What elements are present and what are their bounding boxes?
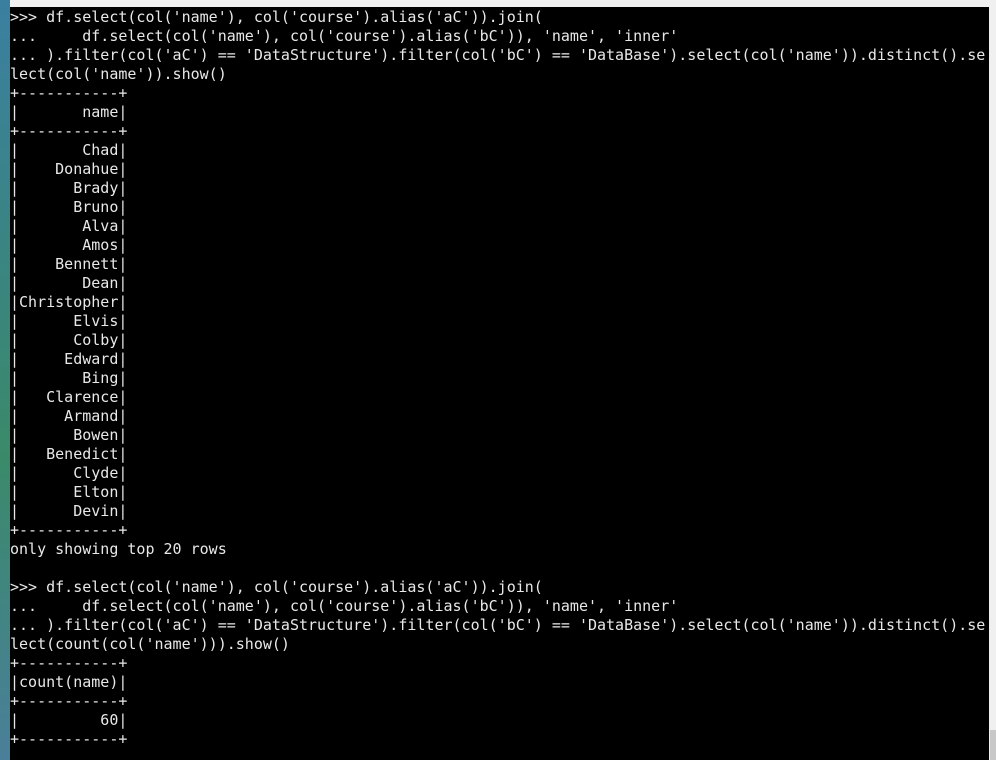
- terminal-line: ... df.select(col('name'), col('course')…: [10, 27, 679, 45]
- terminal-line: lect(count(col('name'))).show(): [10, 635, 290, 653]
- terminal-line: | Edward|: [10, 350, 128, 368]
- terminal-line: | Bruno|: [10, 198, 128, 216]
- terminal-line: | Chad|: [10, 141, 128, 159]
- terminal-line: | name|: [10, 103, 128, 121]
- window-top-border: [10, 0, 996, 7]
- vertical-scrollbar[interactable]: [989, 7, 996, 760]
- terminal-line: +-----------+: [10, 84, 128, 102]
- terminal-line: | Clarence|: [10, 388, 128, 406]
- desktop-background: [0, 0, 10, 760]
- terminal-line: +-----------+: [10, 654, 128, 672]
- terminal-line: | Elvis|: [10, 312, 128, 330]
- terminal-line: | Colby|: [10, 331, 128, 349]
- terminal-line: | Elton|: [10, 483, 128, 501]
- terminal-output: >>> df.select(col('name'), col('course')…: [10, 7, 989, 749]
- terminal-line: | Devin|: [10, 502, 128, 520]
- terminal-line: | Donahue|: [10, 160, 128, 178]
- terminal-line: |count(name)|: [10, 673, 128, 691]
- terminal-line: | Benedict|: [10, 445, 128, 463]
- terminal-line: | Clyde|: [10, 464, 128, 482]
- scrollbar-thumb[interactable]: [990, 730, 996, 760]
- terminal-window[interactable]: >>> df.select(col('name'), col('course')…: [10, 7, 989, 760]
- terminal-line: | Alva|: [10, 217, 128, 235]
- terminal-line: | Bing|: [10, 369, 128, 387]
- terminal-line: |Christopher|: [10, 293, 128, 311]
- terminal-line: +-----------+: [10, 521, 128, 539]
- terminal-line: | Armand|: [10, 407, 128, 425]
- terminal-line: | Dean|: [10, 274, 128, 292]
- terminal-line: | Bowen|: [10, 426, 128, 444]
- terminal-line: ... ).filter(col('aC') == 'DataStructure…: [10, 46, 986, 64]
- terminal-line: | Bennett|: [10, 255, 128, 273]
- terminal-line: +-----------+: [10, 692, 128, 710]
- terminal-line: ... df.select(col('name'), col('course')…: [10, 597, 679, 615]
- terminal-line: +-----------+: [10, 730, 128, 748]
- terminal-line: >>> df.select(col('name'), col('course')…: [10, 578, 543, 596]
- terminal-line: >>> df.select(col('name'), col('course')…: [10, 8, 543, 26]
- terminal-line: | Amos|: [10, 236, 128, 254]
- terminal-line: ... ).filter(col('aC') == 'DataStructure…: [10, 616, 986, 634]
- terminal-line: | 60|: [10, 711, 128, 729]
- terminal-line: lect(col('name')).show(): [10, 65, 227, 83]
- terminal-line: +-----------+: [10, 122, 128, 140]
- terminal-line: | Brady|: [10, 179, 128, 197]
- terminal-line: only showing top 20 rows: [10, 540, 227, 558]
